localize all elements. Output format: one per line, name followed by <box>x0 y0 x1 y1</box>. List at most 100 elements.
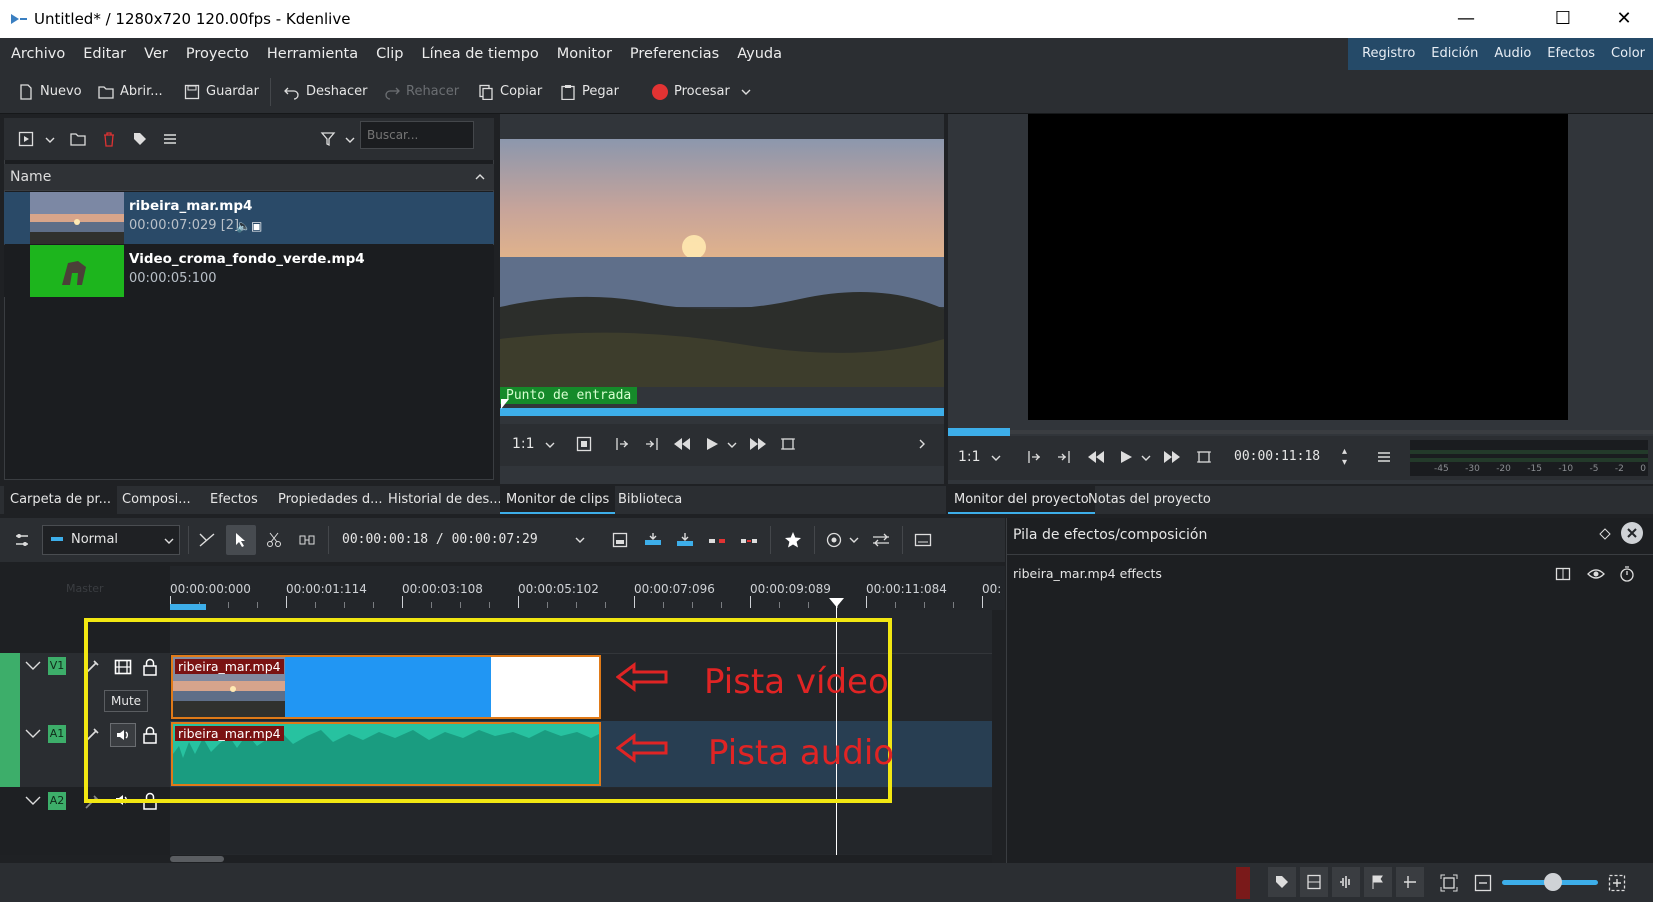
collapse-track-icon[interactable] <box>24 727 42 741</box>
clip-monitor-zoom[interactable]: 1:1 <box>512 436 535 452</box>
scrollbar-handle[interactable] <box>170 856 224 862</box>
project-monitor-zoom[interactable]: 1:1 <box>958 449 981 465</box>
minimize-button[interactable]: — <box>1437 0 1495 38</box>
workspace-edicion[interactable]: Edición <box>1423 38 1486 70</box>
trash-icon[interactable] <box>101 131 117 147</box>
bin-search-input[interactable] <box>360 121 474 149</box>
zoom-out-icon[interactable] <box>1474 874 1492 892</box>
fullscreen-icon[interactable] <box>780 436 796 452</box>
show-thumbnails-button[interactable] <box>1300 867 1328 897</box>
bin-column-header[interactable]: Name <box>4 164 494 191</box>
undo-button[interactable]: Deshacer <box>284 70 367 114</box>
chevron-down-icon[interactable] <box>44 134 56 146</box>
track-tag-a2[interactable]: A2 <box>48 792 66 810</box>
track-tag-a1[interactable]: A1 <box>48 725 66 743</box>
render-button[interactable]: Procesar <box>652 70 730 114</box>
menu-preferencias[interactable]: Preferencias <box>621 38 728 70</box>
bin-clip-row[interactable]: ribeira_mar.mp4 00:00:07:029 [2] 🔈▣ <box>4 192 494 244</box>
menu-linea-de-tiempo[interactable]: Línea de tiempo <box>413 38 548 70</box>
edit-mode-select[interactable]: Normal <box>42 525 180 555</box>
chevron-down-icon[interactable] <box>574 534 586 546</box>
workspace-color[interactable]: Color <box>1603 38 1653 70</box>
workspace-audio[interactable]: Audio <box>1486 38 1539 70</box>
workspace-registro[interactable]: Registro <box>1354 38 1423 70</box>
eye-icon[interactable] <box>1587 566 1605 582</box>
menu-editar[interactable]: Editar <box>74 38 135 70</box>
chevron-down-icon[interactable] <box>544 439 556 451</box>
bin-clip-row[interactable]: Video_croma_fondo_verde.mp4 00:00:05:100 <box>4 245 494 297</box>
record-audio-icon[interactable] <box>826 532 842 548</box>
set-in-point-icon[interactable] <box>614 436 630 452</box>
insert-zone-icon[interactable] <box>576 436 592 452</box>
fast-forward-icon[interactable] <box>1162 449 1182 465</box>
snap-icon[interactable] <box>198 532 216 548</box>
timecode-spinner-icon[interactable]: ▴ ▾ <box>1342 446 1347 468</box>
insert-icon[interactable] <box>644 532 662 548</box>
snap-button[interactable] <box>1396 867 1424 897</box>
razor-icon[interactable] <box>266 532 282 548</box>
spacer-tool-icon[interactable] <box>298 532 316 548</box>
paste-button[interactable]: Pegar <box>560 70 619 114</box>
menu-herramienta[interactable]: Herramienta <box>258 38 367 70</box>
chevron-right-icon[interactable] <box>916 438 928 450</box>
chevron-down-icon[interactable] <box>990 452 1002 464</box>
tab-project-monitor[interactable]: Monitor del proyecto <box>948 486 1095 514</box>
project-monitor-ruler[interactable] <box>948 430 1653 434</box>
redo-button[interactable]: Rehacer <box>384 70 459 114</box>
tag-filter-button[interactable] <box>1268 867 1296 897</box>
close-panel-button[interactable] <box>1621 522 1643 544</box>
fast-forward-icon[interactable] <box>748 436 768 452</box>
zoom-slider-handle[interactable] <box>1544 873 1562 891</box>
lift-icon[interactable] <box>740 532 758 548</box>
overwrite-icon[interactable] <box>676 532 694 548</box>
new-button[interactable]: Nuevo <box>18 70 82 114</box>
chevron-down-icon[interactable] <box>848 534 860 546</box>
menu-ayuda[interactable]: Ayuda <box>728 38 791 70</box>
tag-icon[interactable] <box>132 131 148 147</box>
float-panel-icon[interactable] <box>1599 528 1611 540</box>
open-button[interactable]: Abrir... <box>98 70 163 114</box>
play-icon[interactable] <box>704 436 720 452</box>
show-audio-waveform-button[interactable] <box>1332 867 1360 897</box>
filter-icon[interactable] <box>320 131 336 147</box>
fit-zoom-icon[interactable] <box>1440 874 1458 892</box>
chevron-down-icon[interactable] <box>1140 452 1152 464</box>
tab-project-notes[interactable]: Notas del proyecto <box>1082 486 1217 514</box>
close-button[interactable]: ✕ <box>1595 0 1653 38</box>
tab-undo-history[interactable]: Historial de des... <box>382 486 508 514</box>
chevron-down-icon[interactable] <box>726 439 738 451</box>
menu-icon[interactable] <box>162 131 178 147</box>
mixer-icon[interactable] <box>872 532 890 548</box>
show-markers-button[interactable] <box>1364 867 1392 897</box>
compare-split-icon[interactable] <box>1555 566 1571 582</box>
menu-ver[interactable]: Ver <box>135 38 177 70</box>
tab-effects[interactable]: Efectos <box>204 486 264 514</box>
chevron-down-icon[interactable] <box>344 134 356 146</box>
timeline-position[interactable]: 00:00:00:18 / 00:00:07:29 <box>342 532 538 547</box>
save-button[interactable]: Guardar <box>184 70 259 114</box>
menu-proyecto[interactable]: Proyecto <box>177 38 258 70</box>
rewind-icon[interactable] <box>1086 449 1106 465</box>
tab-clip-monitor[interactable]: Monitor de clips <box>500 486 616 514</box>
insert-clip-zone-icon[interactable] <box>612 532 628 548</box>
tab-properties[interactable]: Propiedades d... <box>272 486 389 514</box>
set-in-point-icon[interactable] <box>1026 449 1042 465</box>
tab-compositions[interactable]: Composi... <box>116 486 197 514</box>
timeline-scrollbar[interactable] <box>170 855 992 863</box>
effect-stack-item[interactable]: ribeira_mar.mp4 effects <box>1013 566 1162 581</box>
timer-icon[interactable] <box>1619 566 1635 582</box>
copy-button[interactable]: Copiar <box>478 70 542 114</box>
set-out-point-icon[interactable] <box>644 436 660 452</box>
zoom-in-icon[interactable] <box>1608 874 1626 892</box>
tab-library[interactable]: Biblioteca <box>612 486 688 514</box>
track-tag-v1[interactable]: V1 <box>48 657 66 675</box>
playhead-marker-icon[interactable] <box>829 598 844 608</box>
menu-icon[interactable] <box>1376 449 1392 465</box>
add-folder-icon[interactable] <box>70 131 86 147</box>
extract-icon[interactable] <box>708 532 726 548</box>
timeline-settings-icon[interactable] <box>14 532 30 548</box>
workspace-efectos[interactable]: Efectos <box>1539 38 1603 70</box>
fullscreen-icon[interactable] <box>1196 449 1212 465</box>
project-timecode[interactable]: 00:00:11:18 <box>1234 449 1320 464</box>
tab-project-bin[interactable]: Carpeta de pr... <box>4 486 118 514</box>
